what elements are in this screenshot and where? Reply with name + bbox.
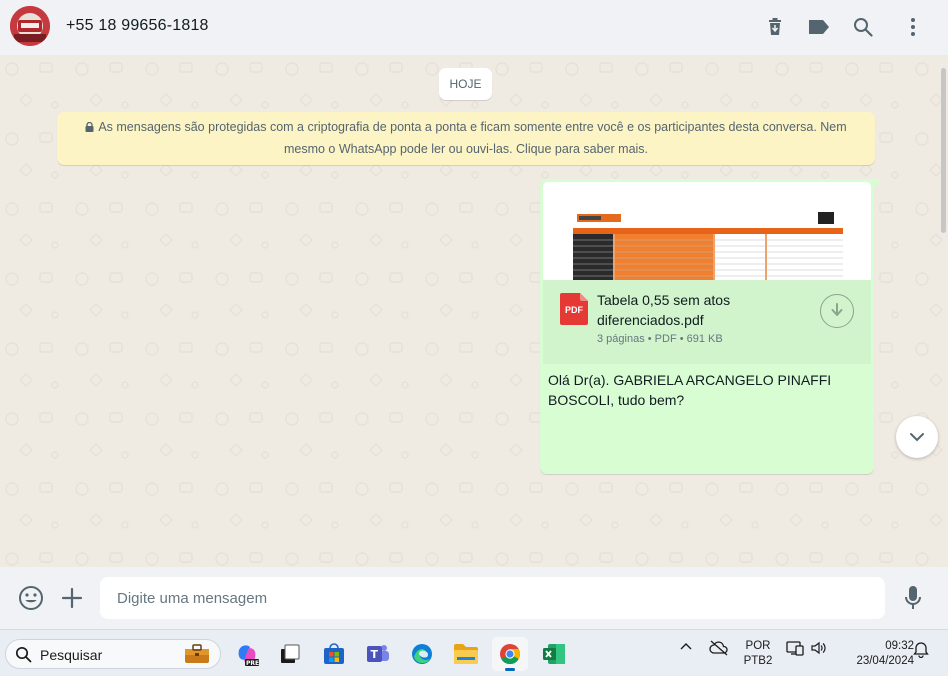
- contact-avatar[interactable]: [10, 6, 50, 46]
- search-icon: [15, 646, 32, 668]
- document-thumbnail[interactable]: [543, 182, 871, 280]
- attach-plus-icon[interactable]: [59, 585, 85, 611]
- message-composer: [0, 567, 948, 629]
- document-meta: 3 páginas • PDF • 691 KB: [597, 333, 723, 345]
- windows-taskbar: Pesquisar PRE T POR PTB2 09:32 23/04/202…: [0, 629, 948, 676]
- microphone-icon[interactable]: [900, 585, 926, 611]
- document-attachment[interactable]: PDF Tabela 0,55 sem atos diferenciados.p…: [543, 280, 871, 364]
- delete-icon[interactable]: [763, 15, 787, 39]
- system-clock[interactable]: 09:32 23/04/2024: [836, 639, 914, 669]
- keyboard-layout-code: PTB2: [743, 655, 773, 667]
- encryption-notice[interactable]: As mensagens são protegidas com a cripto…: [57, 112, 875, 165]
- clock-date: 23/04/2024: [856, 655, 914, 667]
- date-chip: HOJE: [439, 68, 492, 100]
- download-icon: [831, 303, 843, 316]
- scrollbar-thumb[interactable]: [941, 68, 946, 233]
- task-view-icon[interactable]: [272, 637, 308, 671]
- chat-scrollbar[interactable]: [939, 58, 948, 470]
- chat-header: +55 18 99656-1818: [0, 0, 948, 55]
- document-name: Tabela 0,55 sem atos diferenciados.pdf: [597, 292, 731, 328]
- briefcase-icon: [182, 643, 212, 665]
- contact-name[interactable]: +55 18 99656-1818: [66, 17, 209, 35]
- taskbar-search-label: Pesquisar: [40, 647, 103, 663]
- clock-time: 09:32: [885, 640, 914, 652]
- bubble-tail: [874, 179, 882, 188]
- taskbar-search[interactable]: Pesquisar: [5, 639, 221, 669]
- pdf-badge: PDF: [565, 305, 583, 315]
- copilot-icon[interactable]: PRE: [229, 637, 265, 671]
- message-text: Olá Dr(a). GABRIELA ARCANGELO PINAFFI BO…: [548, 372, 832, 408]
- search-icon[interactable]: [851, 15, 875, 39]
- label-icon[interactable]: [807, 15, 831, 39]
- language-code: POR: [745, 640, 771, 652]
- menu-icon[interactable]: [901, 15, 925, 39]
- chrome-icon[interactable]: [492, 637, 528, 671]
- svg-text:PRE: PRE: [246, 660, 259, 666]
- keyboard-language-indicator[interactable]: POR PTB2: [740, 639, 776, 669]
- notification-bell-icon[interactable]: [913, 640, 929, 661]
- teams-icon[interactable]: T: [360, 637, 396, 671]
- show-hidden-icons-chevron-up-icon[interactable]: [679, 640, 693, 657]
- network-icon[interactable]: [786, 640, 804, 659]
- onedrive-offline-icon[interactable]: [709, 640, 729, 659]
- volume-icon[interactable]: [810, 640, 828, 659]
- encryption-notice-text: As mensagens são protegidas com a cripto…: [98, 120, 847, 156]
- file-explorer-icon[interactable]: [448, 637, 484, 671]
- chat-area[interactable]: HOJE As mensagens são protegidas com a c…: [0, 55, 948, 567]
- message-input[interactable]: [100, 577, 885, 619]
- lock-icon: [85, 118, 94, 139]
- pdf-file-icon: PDF: [560, 293, 588, 325]
- edge-icon[interactable]: [404, 637, 440, 671]
- chevron-down-icon: [910, 433, 924, 442]
- download-button[interactable]: [820, 294, 854, 328]
- scroll-to-bottom-button[interactable]: [896, 416, 938, 458]
- svg-text:T: T: [371, 648, 379, 661]
- active-app-indicator: [505, 668, 515, 671]
- microsoft-store-icon[interactable]: [316, 637, 352, 671]
- excel-icon[interactable]: [536, 637, 572, 671]
- outgoing-message[interactable]: PDF Tabela 0,55 sem atos diferenciados.p…: [540, 179, 882, 474]
- emoji-icon[interactable]: [18, 585, 44, 611]
